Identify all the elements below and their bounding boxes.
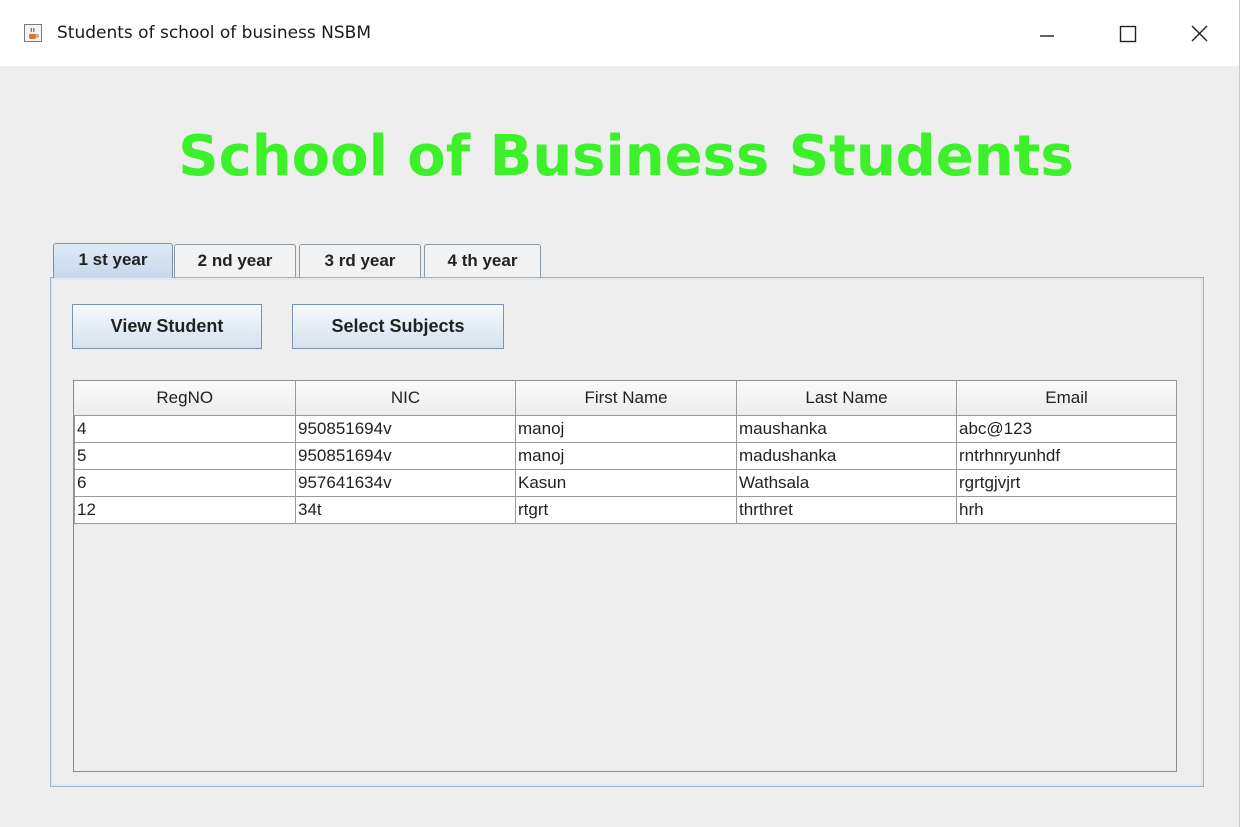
table-cell[interactable]: abc@123 bbox=[956, 415, 1177, 443]
column-header-last-name[interactable]: Last Name bbox=[736, 381, 957, 416]
tab-1st-year[interactable]: 1 st year bbox=[53, 243, 173, 278]
table-cell[interactable]: 4 bbox=[74, 415, 296, 443]
close-icon bbox=[1191, 25, 1208, 42]
table-cell[interactable]: 950851694v bbox=[295, 415, 516, 443]
window-title: Students of school of business NSBM bbox=[57, 23, 372, 43]
view-student-button[interactable]: View Student bbox=[72, 304, 262, 349]
table-cell[interactable]: maushanka bbox=[736, 415, 957, 443]
table-cell[interactable]: thrthret bbox=[736, 496, 957, 524]
table-cell[interactable]: madushanka bbox=[736, 442, 957, 470]
table-header-row: RegNO NIC First Name Last Name Email bbox=[74, 381, 1177, 416]
table-cell[interactable]: rtgrt bbox=[515, 496, 737, 524]
maximize-icon bbox=[1119, 25, 1137, 43]
table-cell[interactable]: 6 bbox=[74, 469, 296, 497]
tab-4th-year[interactable]: 4 th year bbox=[424, 244, 541, 277]
minimize-button[interactable] bbox=[1024, 16, 1070, 52]
page-heading: School of Business Students bbox=[178, 124, 1074, 189]
students-table: RegNO NIC First Name Last Name Email 4 9… bbox=[74, 381, 1177, 524]
table-cell[interactable]: 5 bbox=[74, 442, 296, 470]
column-header-nic[interactable]: NIC bbox=[295, 381, 516, 416]
select-subjects-button[interactable]: Select Subjects bbox=[292, 304, 504, 349]
app-window: Students of school of business NSBM Scho… bbox=[0, 0, 1240, 827]
table-row[interactable]: 4 950851694v manoj maushanka abc@123 bbox=[74, 415, 1177, 443]
table-cell[interactable]: hrh bbox=[956, 496, 1177, 524]
column-header-regno[interactable]: RegNO bbox=[74, 381, 296, 416]
column-header-email[interactable]: Email bbox=[956, 381, 1177, 416]
java-cup-icon bbox=[24, 24, 42, 42]
table-cell[interactable]: manoj bbox=[515, 415, 737, 443]
table-cell[interactable]: rgrtgjvjrt bbox=[956, 469, 1177, 497]
close-button[interactable] bbox=[1176, 16, 1222, 52]
table-cell[interactable]: 34t bbox=[295, 496, 516, 524]
maximize-button[interactable] bbox=[1105, 16, 1151, 52]
column-header-first-name[interactable]: First Name bbox=[515, 381, 737, 416]
title-bar: Students of school of business NSBM bbox=[0, 0, 1239, 66]
table-row[interactable]: 6 957641634v Kasun Wathsala rgrtgjvjrt bbox=[74, 469, 1177, 497]
table-row[interactable]: 5 950851694v manoj madushanka rntrhnryun… bbox=[74, 442, 1177, 470]
table-cell[interactable]: 12 bbox=[74, 496, 296, 524]
table-cell[interactable]: manoj bbox=[515, 442, 737, 470]
tab-2nd-year[interactable]: 2 nd year bbox=[174, 244, 296, 277]
table-cell[interactable]: Wathsala bbox=[736, 469, 957, 497]
students-table-container: RegNO NIC First Name Last Name Email 4 9… bbox=[73, 380, 1177, 772]
table-cell[interactable]: 950851694v bbox=[295, 442, 516, 470]
tab-3rd-year[interactable]: 3 rd year bbox=[299, 244, 421, 277]
table-cell[interactable]: rntrhnryunhdf bbox=[956, 442, 1177, 470]
table-cell[interactable]: Kasun bbox=[515, 469, 737, 497]
table-cell[interactable]: 957641634v bbox=[295, 469, 516, 497]
table-row[interactable]: 12 34t rtgrt thrthret hrh bbox=[74, 496, 1177, 524]
minimize-icon bbox=[1040, 35, 1054, 37]
